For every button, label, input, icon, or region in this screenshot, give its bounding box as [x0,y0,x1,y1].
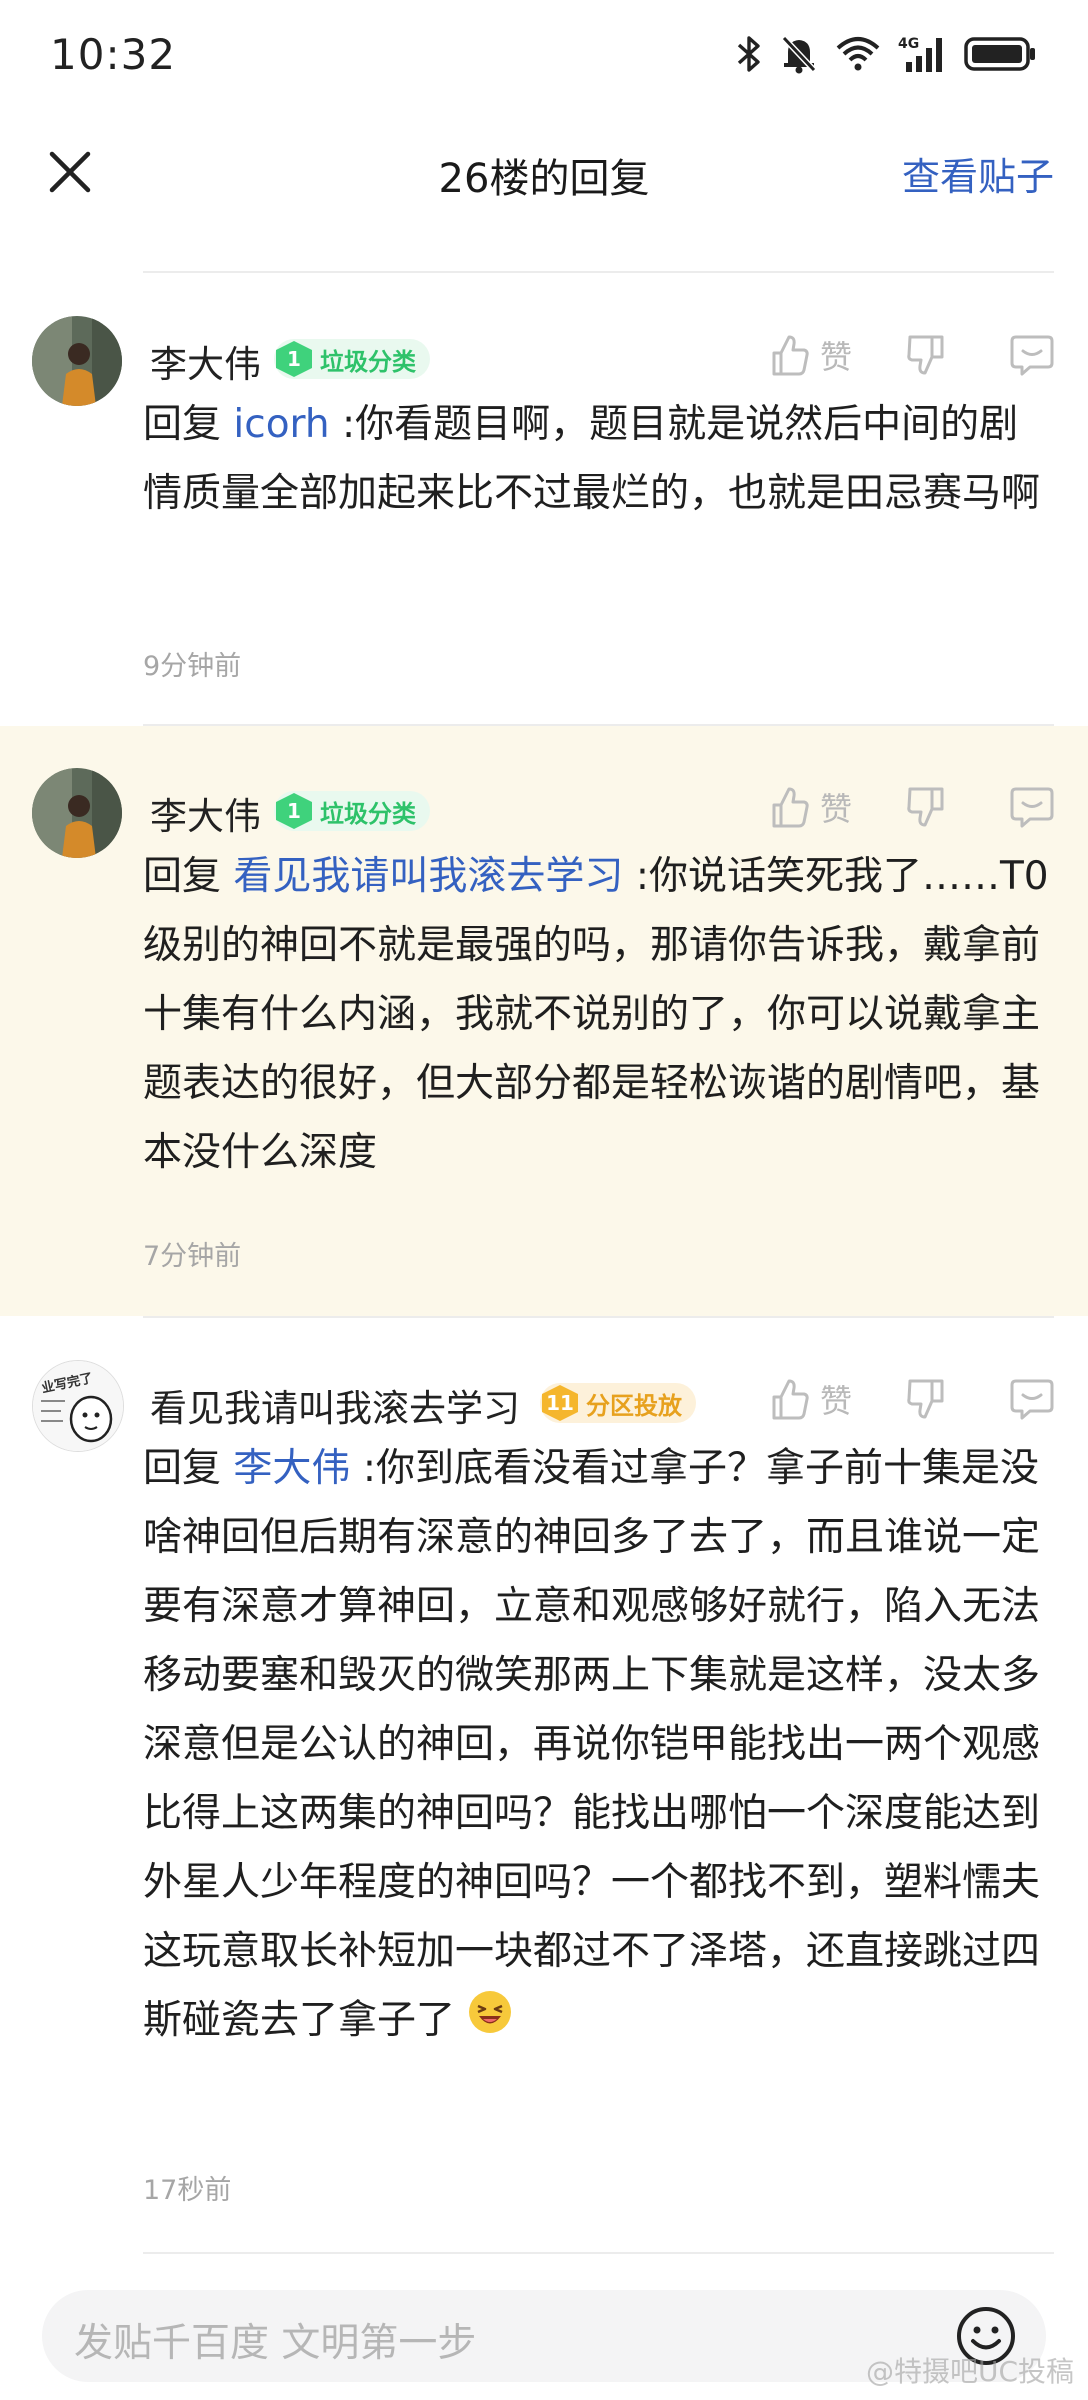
laughing-emoji-icon [467,1988,513,2057]
comment-button[interactable] [1010,334,1054,376]
signal-4g-icon: 4G [898,36,942,72]
watermark: @特摄吧UC投稿 [865,2355,1074,2388]
reply-time: 9分钟前 [143,651,242,682]
reply-content: 回复 李大伟 :你到底看没看过拿子？拿子前十集是没啥神回但后期有深意的神回多了去… [143,1434,1054,2057]
badge-level: 11 [542,1385,578,1421]
mute-bell-icon [781,35,817,74]
comment-button[interactable] [1010,1378,1054,1420]
username[interactable]: 李大伟 [150,786,261,840]
mention-link[interactable]: 李大伟 [233,1446,350,1491]
battery-icon [964,37,1035,71]
bluetooth-icon [737,36,760,72]
divider [143,2252,1054,2254]
user-badge: 1 垃圾分类 [274,339,430,379]
comment-button[interactable] [1010,786,1054,828]
badge-level: 1 [276,793,312,829]
reply-actions: 赞 [770,332,1054,378]
reply-actions: 赞 [770,1376,1054,1422]
badge-text: 分区投放 [586,1391,682,1420]
username[interactable]: 看见我请叫我滚去学习 [150,1378,520,1432]
reply-item-highlighted: 李大伟 1 垃圾分类 赞 回复 看见我请叫我滚去学习 :你说话笑死我了……T0级… [0,726,1088,1316]
view-post-link[interactable]: 查看贴子 [902,146,1054,201]
avatar[interactable]: 业写完了 [32,1360,124,1452]
thumbs-up-icon [772,335,809,376]
thumbs-down-icon [907,787,944,827]
reply-prefix: 回复 [143,854,222,899]
user-badge: 11 分区投放 [540,1383,696,1423]
wifi-icon [836,37,880,71]
avatar[interactable] [32,316,122,406]
input-placeholder: 发贴千百度 文明第一步 [74,2321,477,2366]
reply-prefix: 回复 [143,402,222,447]
avatar[interactable] [32,768,122,858]
thumbs-down-icon [907,1379,944,1419]
badge-text: 垃圾分类 [320,799,416,828]
like-button[interactable]: 赞 [770,784,852,830]
divider [143,271,1054,273]
user-badge: 1 垃圾分类 [274,791,430,831]
dislike-button[interactable] [906,333,946,377]
like-label: 赞 [819,1382,852,1420]
status-bar: 10:32 4G [0,0,1088,112]
reply-actions: 赞 [770,784,1054,830]
thumbs-up-icon [772,1379,809,1420]
badge-level: 1 [276,341,312,377]
like-label: 赞 [819,338,852,376]
avatar-image [32,768,122,858]
reply-item: 李大伟 1 垃圾分类 赞 回复 icorh :你看题目啊，题目就是说然后中间的剧… [0,274,1088,724]
avatar-image [32,316,122,406]
reply-content: 回复 看见我请叫我滚去学习 :你说话笑死我了……T0级别的神回不就是最强的吗，那… [143,842,1054,1187]
like-label: 赞 [819,790,852,828]
like-button[interactable]: 赞 [770,1376,852,1422]
mention-link[interactable]: 看见我请叫我滚去学习 [233,854,623,899]
status-time: 10:32 [50,30,177,79]
dislike-button[interactable] [906,785,946,829]
status-icons: 4G [736,34,1038,74]
username[interactable]: 李大伟 [150,334,261,388]
like-button[interactable]: 赞 [770,332,852,378]
reply-text: :你到底看没看过拿子？拿子前十集是没啥神回但后期有深意的神回多了去了，而且谁说一… [143,1446,1041,2043]
dislike-button[interactable] [906,1377,946,1421]
thumbs-up-icon [772,787,809,828]
thumbs-down-icon [907,335,944,375]
comment-bubble-icon [1010,1379,1054,1420]
badge-text: 垃圾分类 [320,347,416,376]
svg-text:4G: 4G [898,36,919,52]
comment-bubble-icon [1010,787,1054,828]
reply-content: 回复 icorh :你看题目啊，题目就是说然后中间的剧情质量全部加起来比不过最烂… [143,390,1054,528]
reply-prefix: 回复 [143,1446,222,1491]
reply-time: 17秒前 [143,2175,232,2206]
reply-text: :你说话笑死我了……T0级别的神回不就是最强的吗，那请你告诉我，戴拿前十集有什么… [143,854,1049,1175]
comment-bubble-icon [1010,335,1054,376]
avatar-image: 业写完了 [33,1361,123,1451]
reply-item: 业写完了 看见我请叫我滚去学习 11 分区投放 赞 回复 李大伟 :你到底看没看… [0,1318,1088,2248]
mention-link[interactable]: icorh [233,402,329,447]
top-nav: 26楼的回复 查看贴子 [0,112,1088,232]
reply-time: 7分钟前 [143,1241,242,1272]
